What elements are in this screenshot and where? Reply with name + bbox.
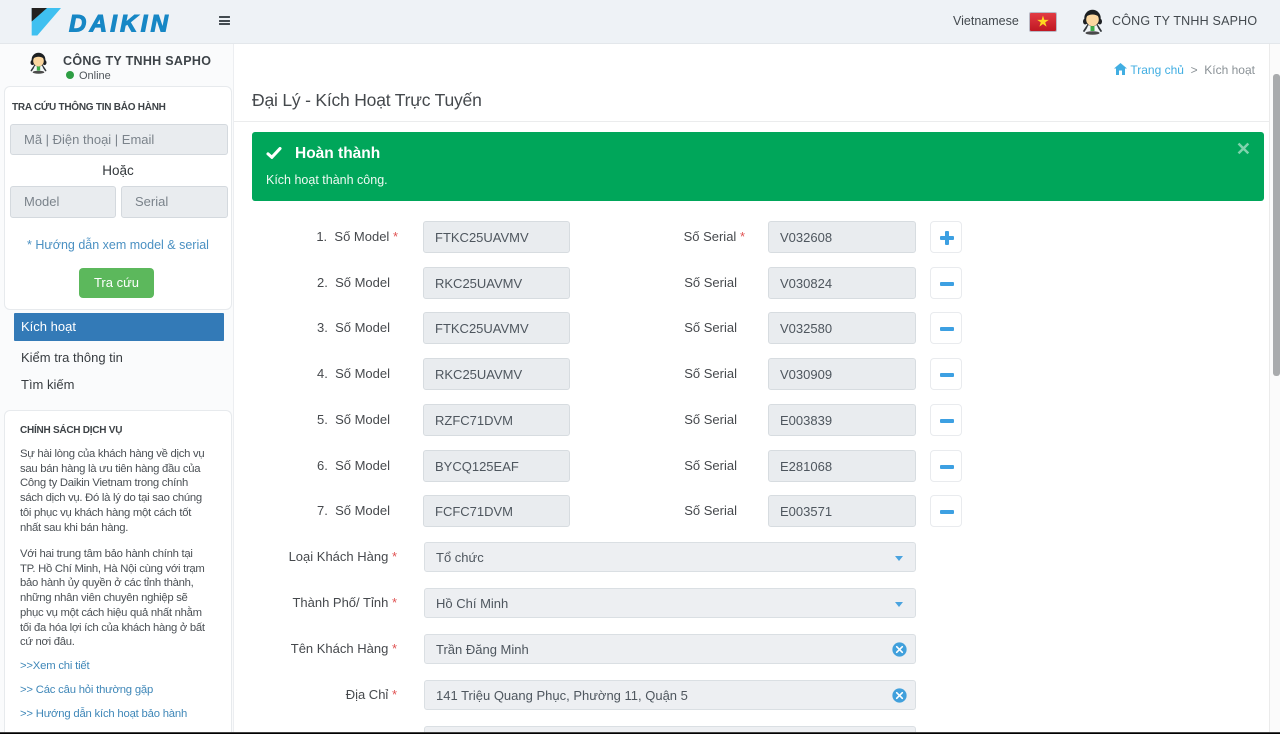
svg-text:DAIKIN: DAIKIN (69, 11, 169, 38)
